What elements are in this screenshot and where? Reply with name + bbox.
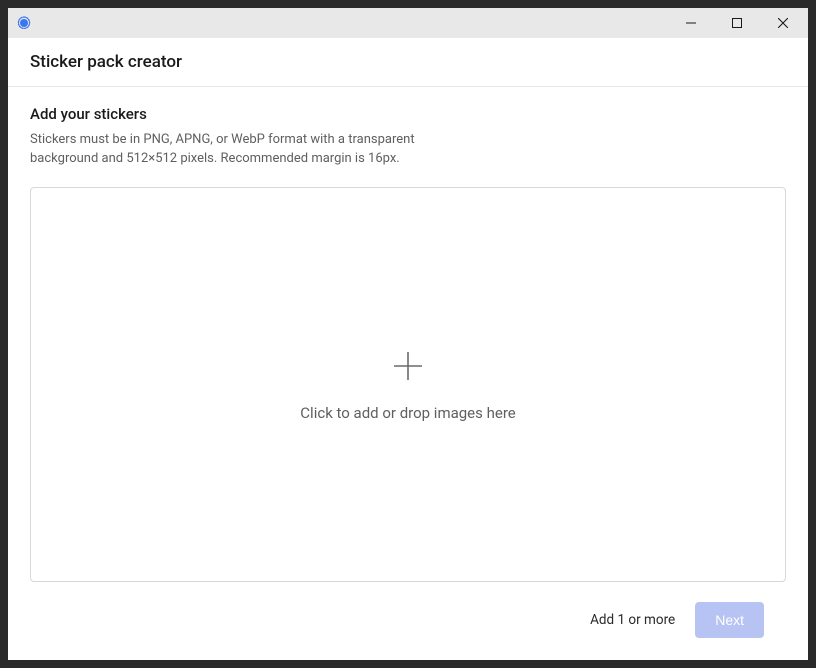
signal-app-icon xyxy=(16,15,32,31)
window-controls xyxy=(668,8,806,38)
page-header: Sticker pack creator xyxy=(8,38,808,87)
next-button[interactable]: Next xyxy=(695,602,764,638)
close-button[interactable] xyxy=(760,8,806,38)
content-area: Add your stickers Stickers must be in PN… xyxy=(8,87,808,660)
sticker-dropzone[interactable]: Click to add or drop images here xyxy=(30,187,786,582)
section-description: Stickers must be in PNG, APNG, or WebP f… xyxy=(30,131,470,169)
outer-frame: Sticker pack creator Add your stickers S… xyxy=(0,0,816,668)
maximize-button[interactable] xyxy=(714,8,760,38)
section-title: Add your stickers xyxy=(30,105,786,123)
plus-icon xyxy=(388,346,428,386)
minimize-button[interactable] xyxy=(668,8,714,38)
page-title: Sticker pack creator xyxy=(30,52,786,72)
titlebar-left xyxy=(16,15,32,31)
app-window: Sticker pack creator Add your stickers S… xyxy=(8,8,808,660)
titlebar xyxy=(8,8,808,38)
dropzone-prompt: Click to add or drop images here xyxy=(300,404,515,422)
footer-hint: Add 1 or more xyxy=(590,612,675,628)
footer: Add 1 or more Next xyxy=(30,582,786,660)
